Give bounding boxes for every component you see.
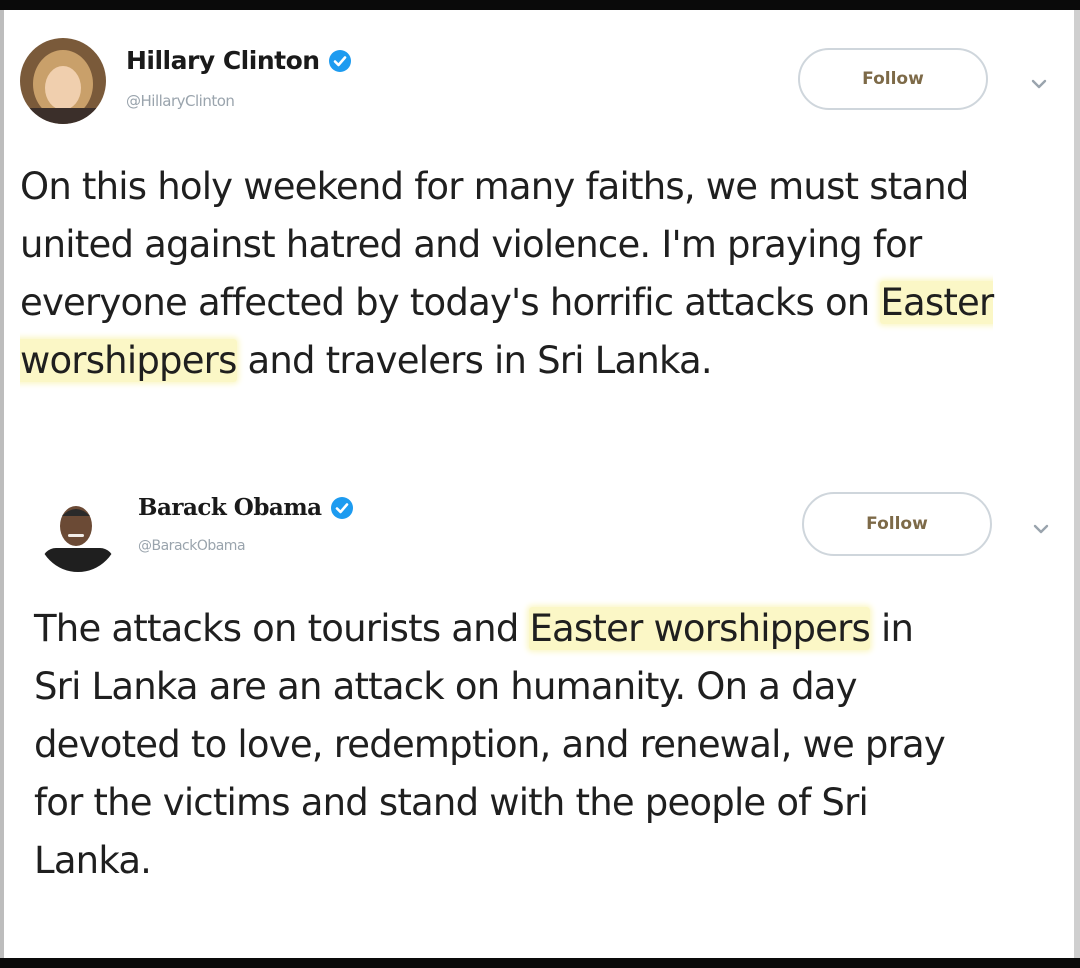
- verified-badge-icon: [330, 496, 354, 520]
- tweet-text-before: The attacks on tourists and: [34, 607, 530, 650]
- display-name[interactable]: Barack Obama: [138, 494, 322, 521]
- tweet-card: Barack Obama @BarackObama Follow The att…: [0, 470, 1080, 958]
- display-name[interactable]: Hillary Clinton: [126, 46, 320, 75]
- tweet-text: The attacks on tourists and Easter worsh…: [34, 600, 964, 890]
- verified-badge-icon: [328, 49, 352, 73]
- bottom-frame-border: [0, 958, 1080, 968]
- avatar[interactable]: [38, 492, 118, 572]
- follow-button[interactable]: Follow: [798, 48, 988, 110]
- tweet-text-after: and travelers in Sri Lanka.: [236, 339, 713, 382]
- author-name-row: Barack Obama: [138, 494, 354, 521]
- tweet-card: Hillary Clinton @HillaryClinton Follow O…: [0, 10, 1080, 470]
- tweet-text-before: On this holy weekend for many faiths, we…: [20, 165, 969, 324]
- follow-button[interactable]: Follow: [802, 492, 992, 556]
- chevron-down-icon[interactable]: [1030, 77, 1048, 91]
- author-name-row: Hillary Clinton: [126, 46, 352, 75]
- top-frame-border: [0, 0, 1080, 10]
- chevron-down-icon[interactable]: [1032, 522, 1050, 536]
- user-handle[interactable]: @HillaryClinton: [126, 92, 235, 110]
- highlighted-text: Easter worshippers: [529, 607, 871, 650]
- tweet-text: On this holy weekend for many faiths, we…: [20, 158, 1050, 390]
- user-handle[interactable]: @BarackObama: [138, 538, 246, 554]
- avatar[interactable]: [20, 38, 106, 124]
